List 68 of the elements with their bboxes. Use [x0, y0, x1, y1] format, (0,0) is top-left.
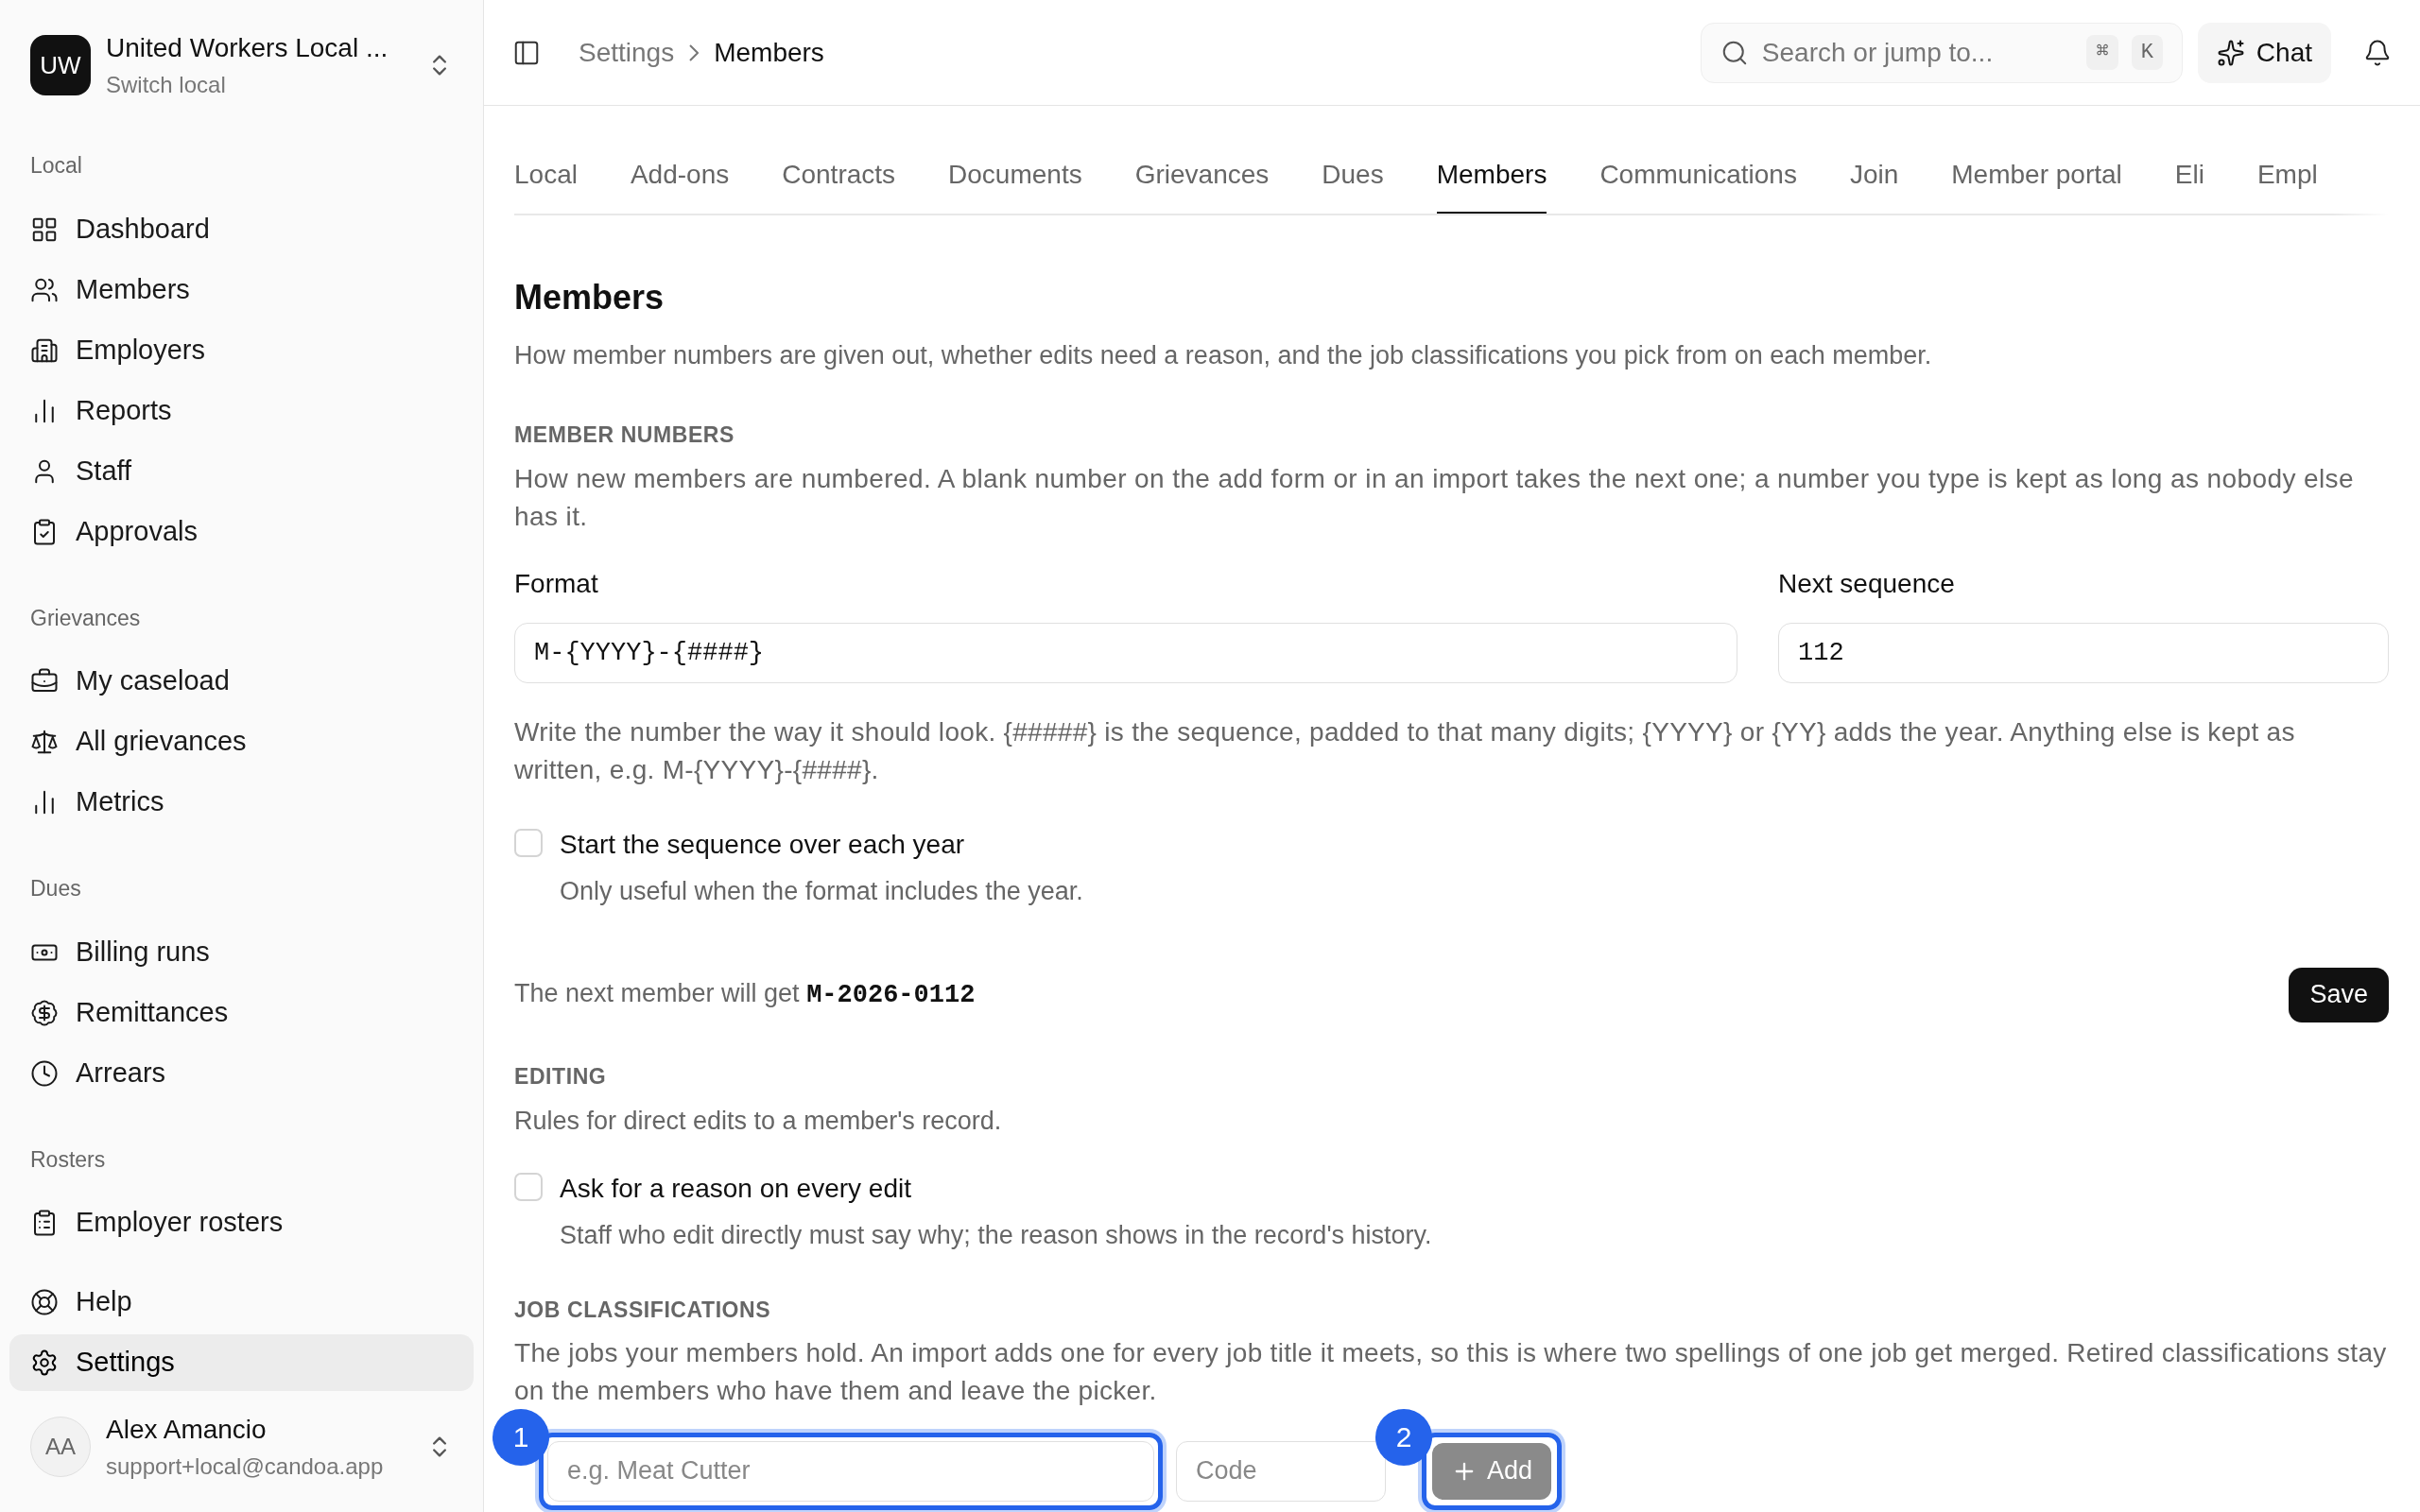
shortcut-key: ⌘: [2086, 35, 2118, 70]
nav-item[interactable]: Dashboard: [9, 200, 474, 258]
checkbox-hint: Only useful when the format includes the year.: [560, 876, 1083, 907]
tab[interactable]: Members: [1436, 155, 1547, 214]
nav-item[interactable]: Approvals: [9, 503, 474, 560]
save-button[interactable]: Save: [2289, 967, 2389, 1022]
nav-item[interactable]: Metrics: [9, 774, 474, 831]
page-title: Members: [514, 277, 666, 318]
tab[interactable]: Empl: [2256, 155, 2318, 214]
nav-item[interactable]: Members: [9, 261, 474, 318]
code-field[interactable]: Code: [1176, 1440, 1386, 1502]
tab[interactable]: Join: [1849, 155, 1899, 214]
search-box[interactable]: Search or jump to... ⌘ K: [1700, 22, 2183, 83]
nav-item[interactable]: Arrears: [9, 1044, 474, 1102]
shortcut-key: K: [2131, 35, 2163, 70]
tab[interactable]: Eli: [2174, 155, 2204, 214]
text-field[interactable]: 112: [1778, 623, 2389, 683]
section-heading: MEMBER NUMBERS: [514, 421, 735, 449]
tab[interactable]: Dues: [1322, 155, 1384, 214]
nav-item[interactable]: Help: [9, 1274, 474, 1331]
section-description: The jobs your members hold. An import adds one for every job title it meets, so this is where two spellings of one job get merged. Retired classifications stay on the members who have them and leave the picker.: [514, 1336, 2388, 1407]
section-heading: JOB CLASSIFICATIONS: [514, 1297, 772, 1324]
step-badge: 2: [1375, 1408, 1432, 1466]
tab[interactable]: Communications: [1599, 155, 1797, 214]
search-field[interactable]: Search or jump to...: [1761, 32, 2074, 73]
section-label: Rosters: [29, 1145, 107, 1174]
text-field[interactable]: M-{YYYY}-{####}: [514, 623, 1737, 683]
tab[interactable]: Local: [514, 155, 578, 214]
nav-item[interactable]: Settings: [9, 1334, 474, 1391]
tab[interactable]: Documents: [948, 155, 1082, 214]
breadcrumb-current: Members: [714, 36, 824, 69]
nav-item[interactable]: My caseload: [9, 653, 474, 710]
next-number-preview: The next member will get M-2026-0112: [514, 978, 976, 1012]
page-description: How member numbers are given out, whether edits need a reason, and the job classifications you pick from on each member.: [514, 340, 1933, 371]
org-avatar: UW: [30, 35, 91, 95]
nav-item[interactable]: Employers: [9, 321, 474, 379]
user-email: support+local@candoa.app: [106, 1452, 385, 1481]
section-label: Local: [29, 152, 83, 180]
tab[interactable]: Member portal: [1951, 155, 2122, 214]
section-label: Grievances: [29, 604, 142, 632]
nav-item[interactable]: All grievances: [9, 713, 474, 770]
section-description: How new members are numbered. A blank number on the add form or in an import takes the next one; a number you type is kept as long as nobody else has it.: [514, 463, 2355, 533]
nav-item[interactable]: Employer rosters: [9, 1194, 474, 1251]
checkbox-label: Start the sequence over each year: [560, 829, 966, 861]
field-label: Format: [514, 568, 599, 600]
checkbox-label: Ask for a reason on every edit: [560, 1172, 912, 1205]
classification-name-field[interactable]: e.g. Meat Cutter: [547, 1440, 1154, 1502]
org-name: United Workers Local ...: [106, 32, 389, 64]
user-avatar: AA: [30, 1417, 91, 1477]
user-name: Alex Amancio: [106, 1414, 268, 1446]
nav-item[interactable]: Staff: [9, 442, 474, 500]
tab[interactable]: Grievances: [1134, 155, 1270, 214]
user-menu[interactable]: AA Alex Amancio support+local@candoa.app: [9, 1410, 474, 1484]
checkbox-hint: Staff who edit directly must say why; the reason shows in the record's history.: [560, 1219, 1432, 1251]
chat-button[interactable]: Chat: [2197, 22, 2331, 83]
section-label: Dues: [29, 875, 82, 902]
section-heading: EDITING: [514, 1062, 608, 1091]
step-badge: 1: [493, 1408, 549, 1466]
tab[interactable]: Contracts: [782, 155, 896, 214]
tab[interactable]: Add-ons: [630, 155, 730, 214]
org-subtitle: Switch local: [106, 71, 227, 99]
field-label: Next sequence: [1778, 568, 1956, 600]
field-help: Write the number the way it should look. {#####} is the sequence, padded to that many digits; {YYYY} or {YY} adds the year. Anything else is kept as written, e.g. M-{YYYY}-{####}.: [514, 716, 2296, 786]
nav-item[interactable]: Remittances: [9, 984, 474, 1041]
section-description: Rules for direct edits to a member's record.: [514, 1106, 1003, 1137]
nav-item[interactable]: Reports: [9, 382, 474, 439]
breadcrumb-link[interactable]: Settings: [579, 32, 675, 73]
nav-item[interactable]: Billing runs: [9, 923, 474, 981]
